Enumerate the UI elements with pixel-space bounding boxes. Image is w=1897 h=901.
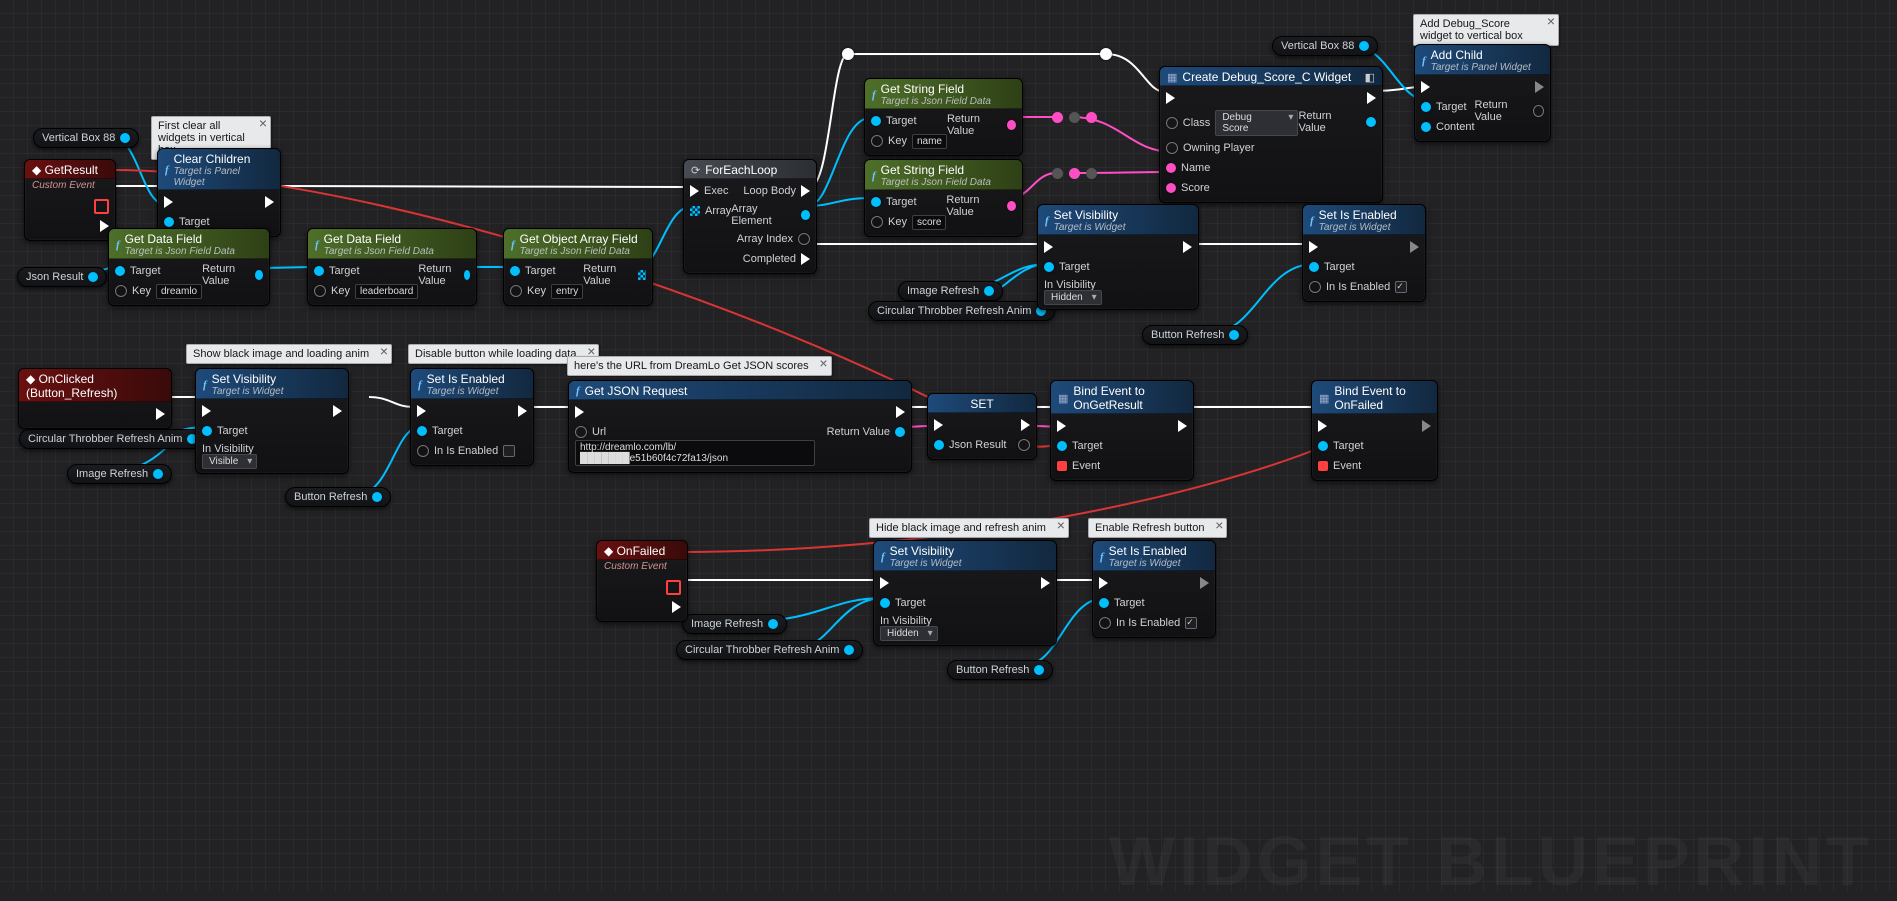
node-set-enabled-onfailed[interactable]: fSet Is EnabledTarget is Widget Target I… [1092,540,1216,638]
var-vertical-box-88-b[interactable]: Vertical Box 88 [1272,36,1378,56]
var-circ-throbber-1[interactable]: Circular Throbber Refresh Anim [19,429,206,449]
comment-url[interactable]: here's the URL from DreamLo Get JSON sco… [567,356,832,376]
var-image-refresh-1[interactable]: Image Refresh [67,464,172,484]
var-circ-throbber-2[interactable]: Circular Throbber Refresh Anim [868,301,1055,321]
node-get-string-score[interactable]: fGet String FieldTarget is Json Field Da… [864,159,1023,237]
node-set-visibility-visible[interactable]: fSet VisibilityTarget is Widget Target I… [195,368,349,474]
class-select[interactable]: Debug Score [1215,110,1298,136]
visibility-select[interactable]: Visible [202,454,257,469]
exec-out[interactable] [672,601,681,613]
node-add-child[interactable]: fAdd ChildTarget is Panel Widget Target … [1414,44,1551,142]
node-create-widget[interactable]: ▦Create Debug_Score_C Widget◧ ClassDebug… [1159,66,1383,203]
exec-out[interactable] [100,220,109,232]
node-clear-children[interactable]: fClear ChildrenTarget is Panel Widget Ta… [157,148,281,237]
node-bind-ongetresult[interactable]: ▦Bind Event to OnGetResult Target Event [1050,380,1194,481]
url-input[interactable]: http://dreamlo.com/lb/███████e51b60f4c72… [575,440,815,466]
exec-out[interactable] [156,408,165,420]
node-get-string-name[interactable]: fGet String FieldTarget is Json Field Da… [864,78,1023,156]
reroute-name[interactable] [1052,112,1097,123]
node-get-data-field-2[interactable]: fGet Data FieldTarget is Json Field Data… [307,228,477,306]
node-get-json-request[interactable]: fGet JSON Request Url http://dreamlo.com… [568,380,912,473]
event-onclicked[interactable]: ◆ OnClicked (Button_Refresh) [18,368,172,429]
comment-hide[interactable]: Hide black image and refresh anim [869,518,1069,538]
key-input[interactable]: leaderboard [355,284,418,299]
comment-show[interactable]: Show black image and loading anim [186,344,392,364]
checkbox[interactable] [1185,617,1197,629]
event-onfailed[interactable]: ◆ OnFailed Custom Event [596,540,688,622]
node-foreach[interactable]: ⟳ForEachLoop Exec Array Loop Body Array … [683,159,817,274]
watermark: WIDGET BLUEPRINT [1109,821,1873,901]
var-button-refresh-2[interactable]: Button Refresh [1142,325,1248,345]
delegate-pin[interactable] [94,199,109,214]
event-getresult[interactable]: ◆ GetResult Custom Event [24,159,116,241]
node-get-data-field-1[interactable]: fGet Data FieldTarget is Json Field Data… [108,228,270,306]
comment-addwgt[interactable]: Add Debug_Score widget to vertical box [1413,14,1559,46]
reroute-score[interactable] [1052,168,1097,179]
checkbox[interactable] [503,445,515,457]
var-vertical-box-88-a[interactable]: Vertical Box 88 [33,128,139,148]
var-button-refresh-1[interactable]: Button Refresh [285,487,391,507]
var-button-refresh-3[interactable]: Button Refresh [947,660,1053,680]
node-set-visibility-onfailed[interactable]: fSet VisibilityTarget is Widget Target I… [873,540,1057,646]
checkbox[interactable] [1395,281,1407,293]
var-json-result[interactable]: Json Result [17,267,107,287]
visibility-select[interactable]: Hidden [1044,290,1102,305]
var-circ-throbber-3[interactable]: Circular Throbber Refresh Anim [676,640,863,660]
reroute-exec-b[interactable] [1100,48,1112,60]
key-input[interactable]: entry [551,284,583,299]
node-set-enabled-false[interactable]: fSet Is EnabledTarget is Widget Target I… [410,368,534,466]
node-get-object-array[interactable]: fGet Object Array FieldTarget is Json Fi… [503,228,653,306]
var-image-refresh-2[interactable]: Image Refresh [898,281,1003,301]
node-set-variable[interactable]: SET Json Result [927,393,1037,460]
visibility-select[interactable]: Hidden [880,626,938,641]
delegate-pin[interactable] [666,580,681,595]
node-set-visibility-hidden[interactable]: fSet VisibilityTarget is Widget Target I… [1037,204,1199,310]
var-image-refresh-3[interactable]: Image Refresh [682,614,787,634]
reroute-exec-a[interactable] [842,48,854,60]
comment-enable[interactable]: Enable Refresh button [1088,518,1227,538]
node-set-enabled-true[interactable]: fSet Is EnabledTarget is Widget Target I… [1302,204,1426,302]
key-input[interactable]: dreamlo [156,284,202,299]
node-bind-onfailed[interactable]: ▦Bind Event to OnFailed Target Event [1311,380,1438,481]
